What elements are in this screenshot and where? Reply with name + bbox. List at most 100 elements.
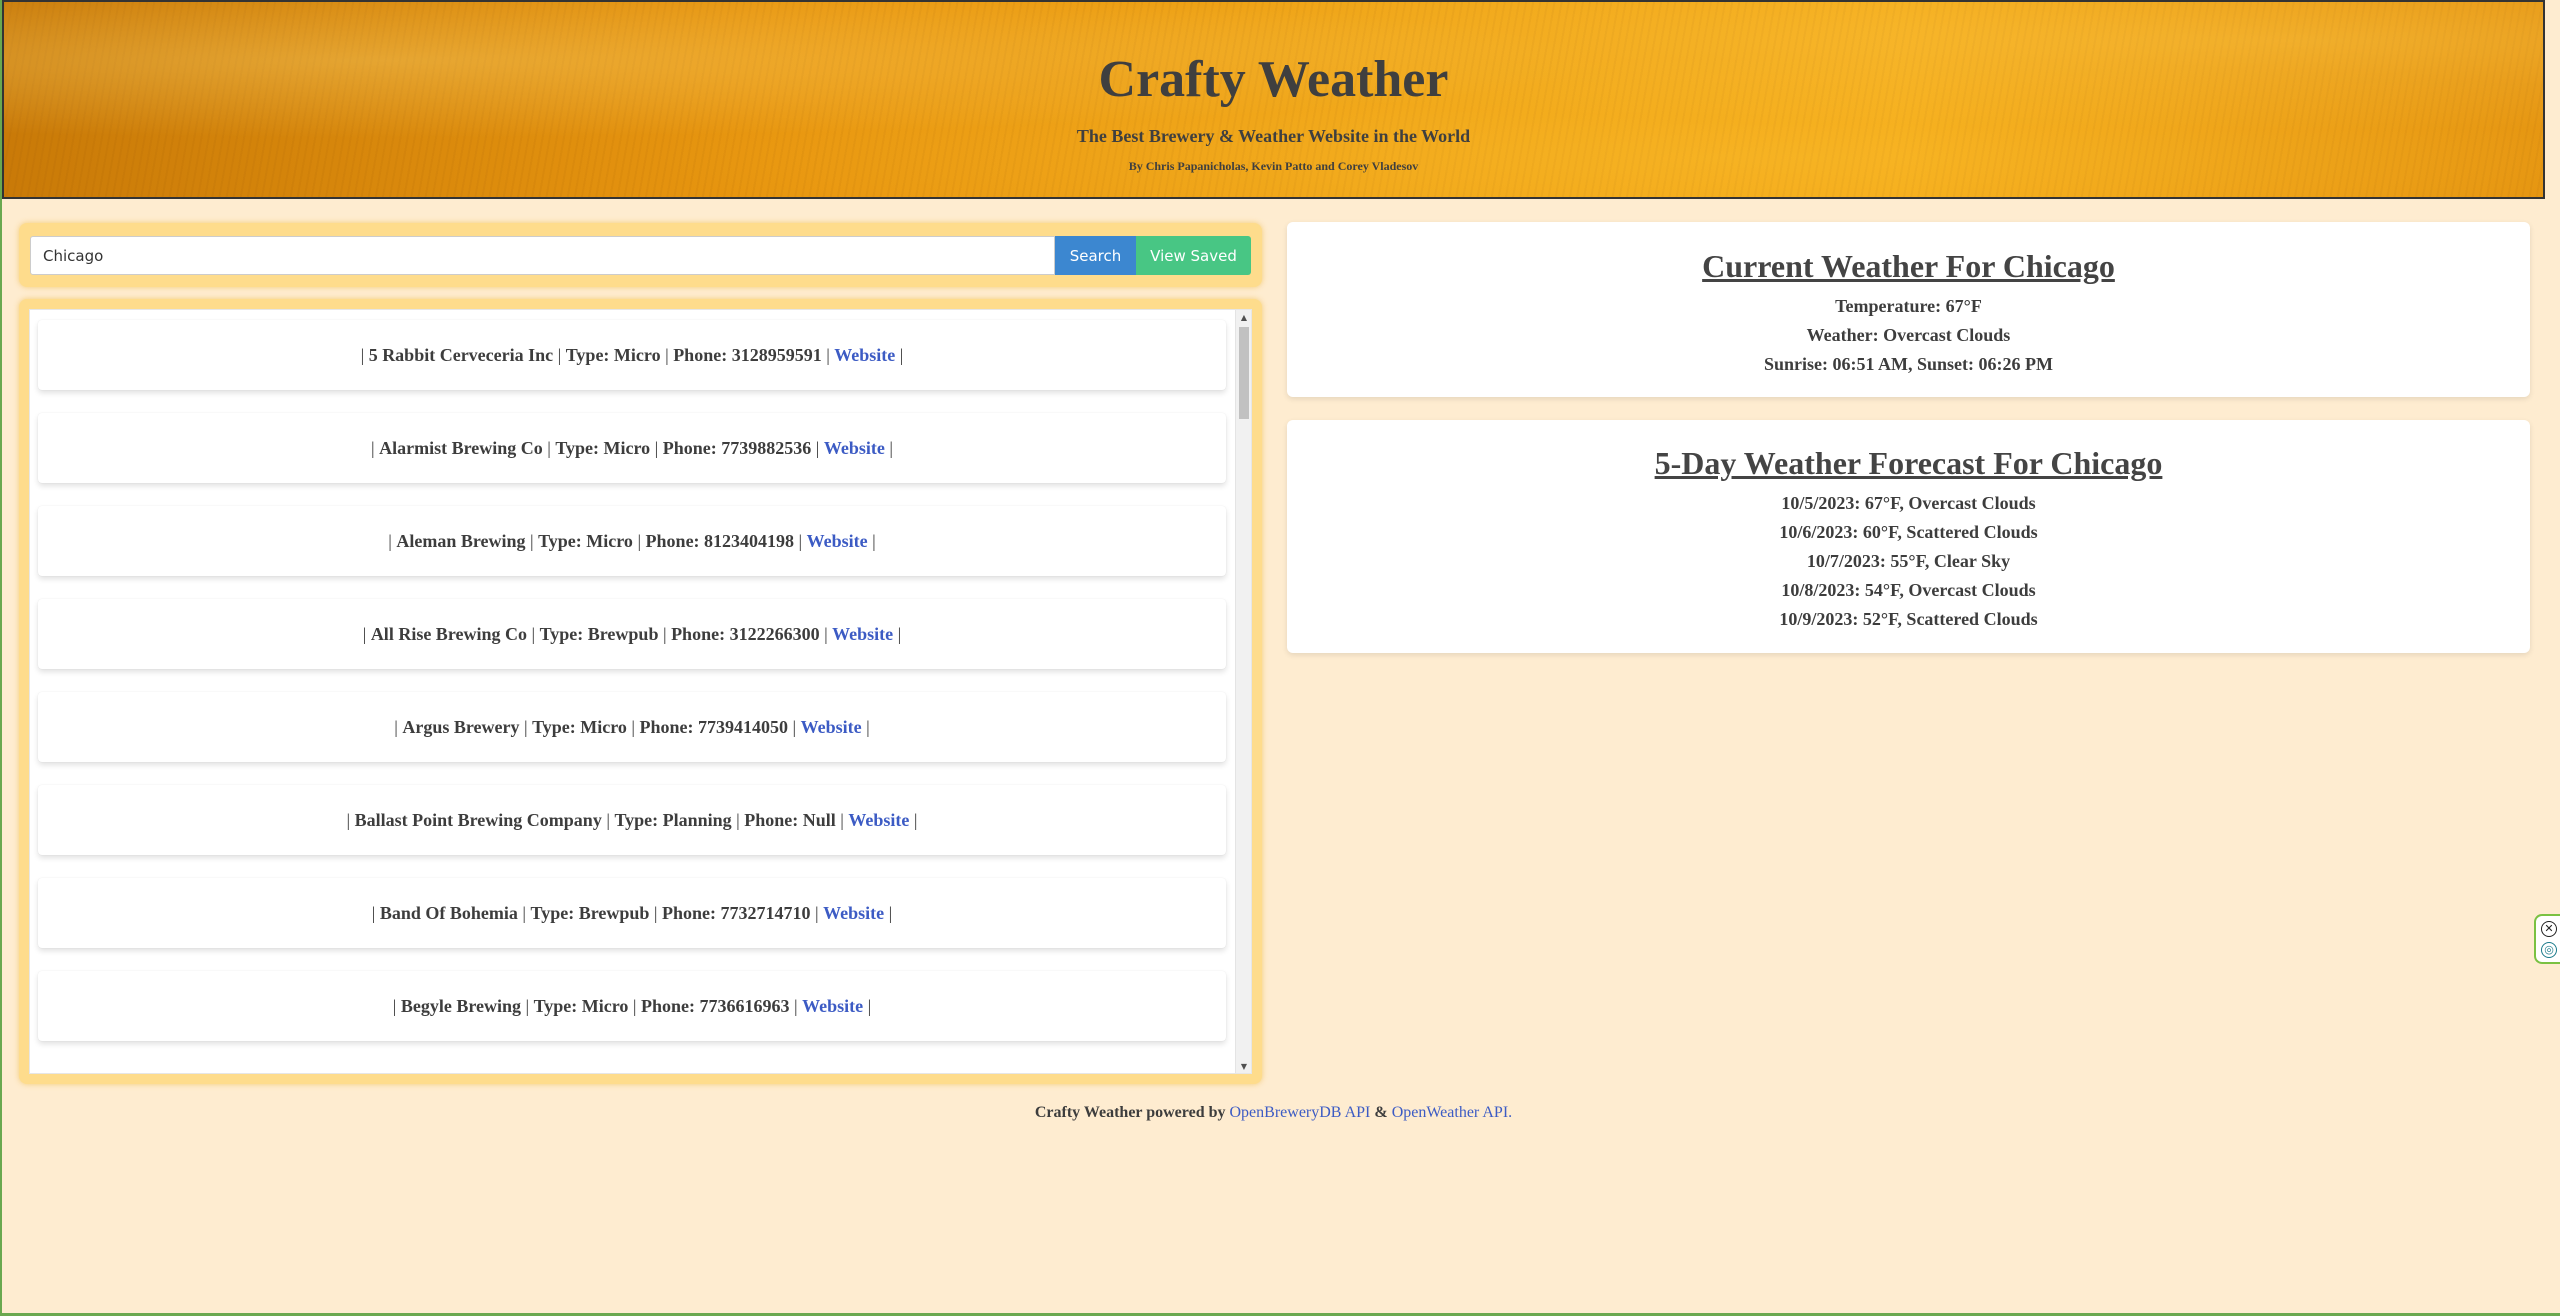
separator: | xyxy=(650,438,663,458)
brewery-type: Type: Planning xyxy=(614,810,732,830)
forecast-day: 10/7/2023: 55°F, Clear Sky xyxy=(1806,551,2011,571)
brewery-card: | Argus Brewery | Type: Micro | Phone: 7… xyxy=(38,692,1226,762)
separator: | xyxy=(362,624,371,644)
separator: | xyxy=(519,717,533,737)
footer: Crafty Weather powered by OpenBreweryDB … xyxy=(2,1104,2545,1122)
target-icon[interactable]: ◎ xyxy=(2541,942,2557,958)
brewery-card: | Aleman Brewing | Type: Micro | Phone: … xyxy=(38,506,1226,576)
brewery-website-link[interactable]: Website xyxy=(823,903,884,923)
scroll-up-arrow-icon[interactable]: ▲ xyxy=(1236,310,1251,326)
separator: | xyxy=(893,624,902,644)
brewery-card: | Alarmist Brewing Co | Type: Micro | Ph… xyxy=(38,413,1226,483)
separator: | xyxy=(626,717,640,737)
separator: | xyxy=(360,345,369,365)
forecast-day: 10/5/2023: 67°F, Overcast Clouds xyxy=(1781,493,2036,513)
brewery-website-link[interactable]: Website xyxy=(801,717,862,737)
separator: | xyxy=(371,903,380,923)
conditions-text: Weather: Overcast Clouds xyxy=(1806,325,2011,345)
brewery-list[interactable]: | 5 Rabbit Cerveceria Inc | Type: Micro … xyxy=(29,309,1252,1074)
brewery-name: Band Of Bohemia xyxy=(379,903,518,923)
city-search-input[interactable] xyxy=(30,236,1055,275)
brewery-phone: Phone: Null xyxy=(744,810,836,830)
site-credits: By Chris Papanicholas, Kevin Patto and C… xyxy=(1128,159,1419,173)
brewery-name: Ballast Point Brewing Company xyxy=(354,810,602,830)
view-saved-button[interactable]: View Saved xyxy=(1136,236,1251,275)
separator: | xyxy=(819,624,833,644)
brewery-name: Aleman Brewing xyxy=(396,531,526,551)
separator: | xyxy=(628,996,642,1016)
brewery-card: | All Rise Brewing Co | Type: Brewpub | … xyxy=(38,599,1226,669)
brewery-website-link[interactable]: Website xyxy=(807,531,868,551)
brewery-phone: Phone: 7739882536 xyxy=(662,438,812,458)
separator: | xyxy=(346,810,355,830)
search-button[interactable]: Search xyxy=(1055,236,1136,275)
separator: | xyxy=(526,624,540,644)
scroll-thumb[interactable] xyxy=(1239,327,1249,419)
brewery-list-content: | 5 Rabbit Cerveceria Inc | Type: Micro … xyxy=(30,310,1236,1073)
brewery-name: Argus Brewery xyxy=(402,717,520,737)
brewery-phone: Phone: 3122266300 xyxy=(671,624,820,644)
extension-widget: ✕ ◎ xyxy=(2534,914,2560,964)
separator: | xyxy=(789,996,803,1016)
brewery-name: Begyle Brewing xyxy=(400,996,521,1016)
list-scrollbar[interactable]: ▲ ▼ xyxy=(1235,310,1251,1073)
current-weather-heading: Current Weather For Chicago xyxy=(1702,248,2115,284)
separator: | xyxy=(788,717,801,737)
brewery-type: Type: Micro xyxy=(565,345,661,365)
brewery-website-link[interactable]: Website xyxy=(802,996,863,1016)
brewery-type: Type: Micro xyxy=(532,717,627,737)
separator: | xyxy=(884,438,893,458)
brewery-card: | Ballast Point Brewing Company | Type: … xyxy=(38,785,1226,855)
separator: | xyxy=(632,531,646,551)
brewery-name: All Rise Brewing Co xyxy=(370,624,527,644)
separator: | xyxy=(649,903,662,923)
separator: | xyxy=(867,531,876,551)
site-title: Crafty Weather xyxy=(1098,51,1449,108)
openbrewerydb-link[interactable]: OpenBreweryDB API xyxy=(1230,1104,1371,1121)
separator: | xyxy=(861,717,870,737)
header-banner: Crafty Weather The Best Brewery & Weathe… xyxy=(2,0,2545,199)
separator: | xyxy=(835,810,849,830)
brewery-phone: Phone: 7739414050 xyxy=(639,717,789,737)
scroll-down-arrow-icon[interactable]: ▼ xyxy=(1236,1059,1251,1073)
brewery-name: 5 Rabbit Cerveceria Inc xyxy=(368,345,554,365)
forecast-heading: 5-Day Weather Forecast For Chicago xyxy=(1654,445,2163,481)
brewery-website-link[interactable]: Website xyxy=(834,345,895,365)
brewery-type: Type: Micro xyxy=(533,996,629,1016)
brewery-website-link[interactable]: Website xyxy=(832,624,893,644)
separator: | xyxy=(811,438,824,458)
search-panel: Search View Saved xyxy=(19,223,1262,287)
site-subtitle: The Best Brewery & Weather Website in th… xyxy=(1076,126,1471,146)
brewery-phone: Phone: 8123404198 xyxy=(645,531,795,551)
brewery-card: | Band Of Bohemia | Type: Brewpub | Phon… xyxy=(38,878,1226,948)
brewery-name: Alarmist Brewing Co xyxy=(379,438,543,458)
separator: | xyxy=(895,345,904,365)
separator: | xyxy=(370,438,380,458)
current-weather-details: Temperature: 67°F Weather: Overcast Clou… xyxy=(1287,292,2530,379)
brewery-type: Type: Micro xyxy=(555,438,651,458)
forecast-day: 10/9/2023: 52°F, Scattered Clouds xyxy=(1779,609,2038,629)
brewery-type: Type: Brewpub xyxy=(530,903,650,923)
brewery-card: | Begyle Brewing | Type: Micro | Phone: … xyxy=(38,971,1226,1041)
openweather-link[interactable]: OpenWeather API. xyxy=(1392,1104,1512,1121)
brewery-website-link[interactable]: Website xyxy=(824,438,885,458)
brewery-type: Type: Brewpub xyxy=(539,624,659,644)
forecast-day: 10/6/2023: 60°F, Scattered Clouds xyxy=(1779,522,2038,542)
separator: | xyxy=(821,345,835,365)
brewery-phone: Phone: 7736616963 xyxy=(641,996,790,1016)
temperature-text: Temperature: 67°F xyxy=(1835,296,1982,316)
separator: | xyxy=(517,903,531,923)
brewery-phone: Phone: 7732714710 xyxy=(662,903,811,923)
separator: | xyxy=(542,438,556,458)
separator: | xyxy=(863,996,872,1016)
separator: | xyxy=(731,810,745,830)
footer-ampersand: & xyxy=(1374,1104,1388,1121)
separator: | xyxy=(810,903,824,923)
separator: | xyxy=(884,903,893,923)
separator: | xyxy=(553,345,566,365)
close-icon[interactable]: ✕ xyxy=(2541,921,2557,937)
separator: | xyxy=(601,810,615,830)
separator: | xyxy=(521,996,534,1016)
separator: | xyxy=(392,996,401,1016)
brewery-website-link[interactable]: Website xyxy=(848,810,909,830)
